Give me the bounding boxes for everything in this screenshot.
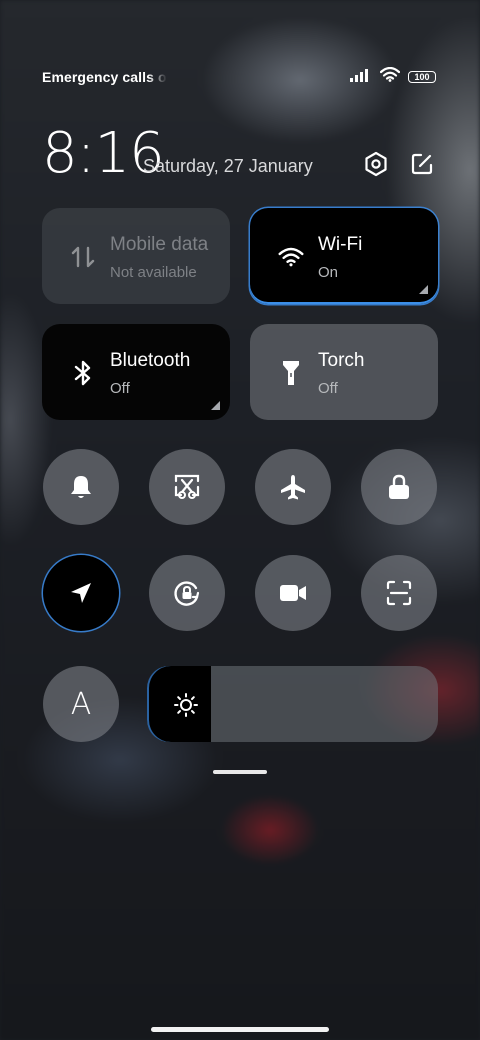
- location-arrow-icon: [71, 583, 91, 603]
- status-bar: Emergency calls only 100: [42, 66, 436, 88]
- airplane-mode-button[interactable]: [255, 449, 331, 525]
- brightness-slider[interactable]: [147, 666, 438, 742]
- mobile-data-tile[interactable]: Mobile data Not available: [42, 208, 230, 304]
- bluetooth-tile[interactable]: Bluetooth Off: [42, 324, 230, 420]
- rotation-lock-icon: [174, 581, 200, 606]
- battery-level: 100: [414, 72, 430, 82]
- settings-icon: [365, 151, 387, 177]
- scan-icon: [386, 580, 412, 606]
- carrier-text: Emergency calls only: [42, 69, 167, 85]
- bell-icon: [71, 476, 91, 498]
- mobile-data-icon: [70, 244, 96, 270]
- torch-tile[interactable]: Torch Off: [250, 324, 438, 420]
- edit-button[interactable]: [408, 150, 436, 178]
- airplane-icon: [281, 475, 305, 500]
- wifi-tile[interactable]: Wi-Fi On: [250, 208, 438, 304]
- rotation-lock-button[interactable]: [149, 555, 225, 631]
- drag-handle[interactable]: [213, 770, 267, 774]
- signal-icon: [350, 68, 372, 87]
- torch-title: Torch: [318, 350, 365, 371]
- torch-status: Off: [318, 380, 338, 397]
- mobile-data-title: Mobile data: [110, 234, 209, 255]
- date-text[interactable]: Saturday, 27 January: [143, 156, 313, 177]
- lock-screen-button[interactable]: [361, 449, 437, 525]
- expand-corner-icon[interactable]: [419, 285, 428, 294]
- sound-toggle-button[interactable]: [43, 449, 119, 525]
- lock-icon: [389, 474, 409, 499]
- wifi-status: On: [318, 264, 339, 281]
- location-button[interactable]: [43, 555, 119, 631]
- bluetooth-title: Bluetooth: [110, 350, 191, 371]
- expand-corner-icon[interactable]: [211, 401, 220, 410]
- battery-indicator: 100: [408, 71, 436, 83]
- bluetooth-icon: [70, 360, 96, 386]
- brightness-sun-icon: [174, 693, 198, 717]
- home-gesture-bar[interactable]: [151, 1027, 329, 1032]
- font-size-button[interactable]: A: [43, 666, 119, 742]
- screen-recorder-button[interactable]: [255, 555, 331, 631]
- edit-icon: [411, 153, 433, 175]
- wifi-title: Wi-Fi: [318, 234, 363, 255]
- wifi-icon: [278, 244, 304, 270]
- settings-button[interactable]: [362, 150, 390, 178]
- wifi-status-icon: [379, 66, 401, 87]
- video-camera-icon: [280, 585, 306, 601]
- scissors-screenshot-icon: [174, 474, 200, 499]
- control-center: Emergency calls only 100: [0, 0, 480, 1040]
- screenshot-button[interactable]: [149, 449, 225, 525]
- bluetooth-status: Off: [110, 380, 130, 397]
- scanner-button[interactable]: [361, 555, 437, 631]
- font-a-icon: A: [70, 686, 92, 722]
- torch-icon: [278, 360, 304, 386]
- mobile-data-status: Not available: [110, 264, 197, 281]
